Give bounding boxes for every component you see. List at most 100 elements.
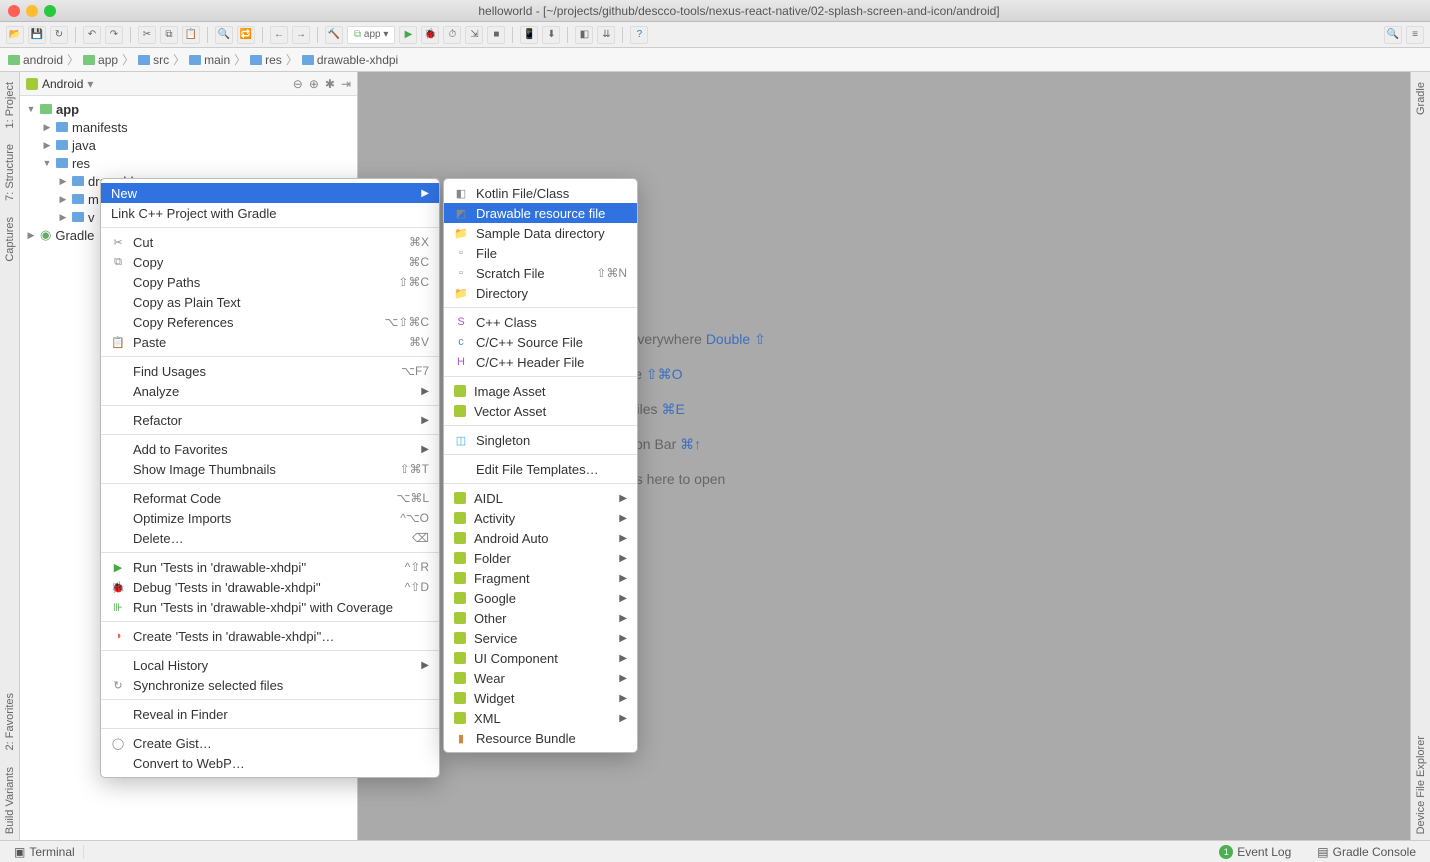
sub-vector-asset[interactable]: Vector Asset <box>444 401 637 421</box>
menu-run-tests[interactable]: ▶Run 'Tests in 'drawable-xhdpi''^⇧R <box>101 557 439 577</box>
breadcrumb-item[interactable]: main <box>187 53 232 67</box>
save-icon[interactable]: 💾 <box>28 26 46 44</box>
sub-cpp-class[interactable]: SC++ Class <box>444 312 637 332</box>
gradle-console-tab[interactable]: ▤Gradle Console <box>1309 845 1424 859</box>
menu-optimize[interactable]: Optimize Imports^⌥O <box>101 508 439 528</box>
run-config-dropdown[interactable]: ⧉ app ▾ <box>347 26 395 44</box>
menu-copy-plain[interactable]: Copy as Plain Text <box>101 292 439 312</box>
breadcrumb-item[interactable]: drawable-xhdpi <box>300 53 400 67</box>
copy-icon[interactable]: ⧉ <box>160 26 178 44</box>
breadcrumb-item[interactable]: android <box>6 53 65 67</box>
sdk-icon[interactable]: ⬇ <box>542 26 560 44</box>
menu-convert-webp[interactable]: Convert to WebP… <box>101 753 439 773</box>
gradle-icon[interactable]: ⇊ <box>597 26 615 44</box>
sub-android-auto[interactable]: Android Auto▶ <box>444 528 637 548</box>
back-icon[interactable]: ← <box>270 26 288 44</box>
tab-favorites[interactable]: 2: Favorites <box>2 687 18 756</box>
menu-debug-tests[interactable]: 🐞Debug 'Tests in 'drawable-xhdpi''^⇧D <box>101 577 439 597</box>
menu-add-favorites[interactable]: Add to Favorites▶ <box>101 439 439 459</box>
forward-icon[interactable]: → <box>292 26 310 44</box>
undo-icon[interactable]: ↶ <box>83 26 101 44</box>
sub-resource-bundle[interactable]: ▮Resource Bundle <box>444 728 637 748</box>
sub-drawable-resource[interactable]: ◩Drawable resource file <box>444 203 637 223</box>
sub-scratch[interactable]: ▫Scratch File⇧⌘N <box>444 263 637 283</box>
tab-project[interactable]: 1: Project <box>2 76 18 134</box>
collapse-icon[interactable]: ⊖ <box>293 77 303 91</box>
sub-google[interactable]: Google▶ <box>444 588 637 608</box>
sync-icon[interactable]: ↻ <box>50 26 68 44</box>
zoom-window-button[interactable] <box>44 5 56 17</box>
paste-icon[interactable]: 📋 <box>182 26 200 44</box>
tab-build-variants[interactable]: Build Variants <box>2 761 18 840</box>
sub-folder[interactable]: Folder▶ <box>444 548 637 568</box>
breadcrumb-item[interactable]: res <box>248 53 284 67</box>
sub-activity[interactable]: Activity▶ <box>444 508 637 528</box>
debug-icon[interactable]: 🐞 <box>421 26 439 44</box>
project-view-selector[interactable]: Android <box>42 77 83 91</box>
menu-delete[interactable]: Delete…⌫ <box>101 528 439 548</box>
menu-create-gist[interactable]: ◯Create Gist… <box>101 733 439 753</box>
tree-node-java[interactable]: ▶java <box>20 136 357 154</box>
menu-new[interactable]: New▶ <box>101 183 439 203</box>
sub-service[interactable]: Service▶ <box>444 628 637 648</box>
sub-kotlin[interactable]: ◧Kotlin File/Class <box>444 183 637 203</box>
menu-local-history[interactable]: Local History▶ <box>101 655 439 675</box>
menu-show-thumbnails[interactable]: Show Image Thumbnails⇧⌘T <box>101 459 439 479</box>
tree-node-res[interactable]: ▼res <box>20 154 357 172</box>
layout-icon[interactable]: ◧ <box>575 26 593 44</box>
menu-link-cpp[interactable]: Link C++ Project with Gradle <box>101 203 439 223</box>
redo-icon[interactable]: ↷ <box>105 26 123 44</box>
tab-structure[interactable]: 7: Structure <box>2 138 18 207</box>
menu-copy-refs[interactable]: Copy References⌥⇧⌘C <box>101 312 439 332</box>
close-window-button[interactable] <box>8 5 20 17</box>
settings-icon[interactable]: ≡ <box>1406 26 1424 44</box>
attach-icon[interactable]: ⇲ <box>465 26 483 44</box>
sub-directory[interactable]: 📁Directory <box>444 283 637 303</box>
search-icon[interactable]: 🔍 <box>1384 26 1402 44</box>
sub-xml[interactable]: XML▶ <box>444 708 637 728</box>
expand-icon[interactable]: ⊕ <box>309 77 319 91</box>
tree-node-manifests[interactable]: ▶manifests <box>20 118 357 136</box>
menu-copy[interactable]: ⧉Copy⌘C <box>101 252 439 272</box>
sub-wear[interactable]: Wear▶ <box>444 668 637 688</box>
menu-find-usages[interactable]: Find Usages⌥F7 <box>101 361 439 381</box>
menu-run-coverage[interactable]: ⊪Run 'Tests in 'drawable-xhdpi'' with Co… <box>101 597 439 617</box>
sub-edit-templates[interactable]: Edit File Templates… <box>444 459 637 479</box>
sub-fragment[interactable]: Fragment▶ <box>444 568 637 588</box>
breadcrumb-item[interactable]: app <box>81 53 120 67</box>
menu-reveal-finder[interactable]: Reveal in Finder <box>101 704 439 724</box>
stop-icon[interactable]: ■ <box>487 26 505 44</box>
replace-icon[interactable]: 🔁 <box>237 26 255 44</box>
open-icon[interactable]: 📂 <box>6 26 24 44</box>
menu-analyze[interactable]: Analyze▶ <box>101 381 439 401</box>
gear-icon[interactable]: ✱ <box>325 77 335 91</box>
run-icon[interactable]: ▶ <box>399 26 417 44</box>
menu-copy-paths[interactable]: Copy Paths⇧⌘C <box>101 272 439 292</box>
terminal-tab[interactable]: ▣Terminal <box>6 845 84 859</box>
sub-image-asset[interactable]: Image Asset <box>444 381 637 401</box>
tab-device-file-explorer[interactable]: Device File Explorer <box>1413 730 1429 840</box>
sub-singleton[interactable]: ◫Singleton <box>444 430 637 450</box>
sub-ui-component[interactable]: UI Component▶ <box>444 648 637 668</box>
sub-c-source[interactable]: cC/C++ Source File <box>444 332 637 352</box>
menu-refactor[interactable]: Refactor▶ <box>101 410 439 430</box>
event-log-tab[interactable]: 1Event Log <box>1211 845 1299 859</box>
menu-paste[interactable]: 📋Paste⌘V <box>101 332 439 352</box>
tree-node-app[interactable]: ▼app <box>20 100 357 118</box>
sub-file[interactable]: ▫File <box>444 243 637 263</box>
sub-c-header[interactable]: HC/C++ Header File <box>444 352 637 372</box>
sub-aidl[interactable]: AIDL▶ <box>444 488 637 508</box>
menu-create-tests[interactable]: ◑Create 'Tests in 'drawable-xhdpi''… <box>101 626 439 646</box>
avd-icon[interactable]: 📱 <box>520 26 538 44</box>
make-project-icon[interactable]: 🔨 <box>325 26 343 44</box>
sub-sample-data[interactable]: 📁Sample Data directory <box>444 223 637 243</box>
minimize-window-button[interactable] <box>26 5 38 17</box>
sub-widget[interactable]: Widget▶ <box>444 688 637 708</box>
tab-captures[interactable]: Captures <box>2 211 18 268</box>
hide-icon[interactable]: ⇥ <box>341 77 351 91</box>
menu-cut[interactable]: ✂Cut⌘X <box>101 232 439 252</box>
breadcrumb-item[interactable]: src <box>136 53 171 67</box>
menu-sync[interactable]: ↻Synchronize selected files <box>101 675 439 695</box>
find-icon[interactable]: 🔍 <box>215 26 233 44</box>
cut-icon[interactable]: ✂ <box>138 26 156 44</box>
